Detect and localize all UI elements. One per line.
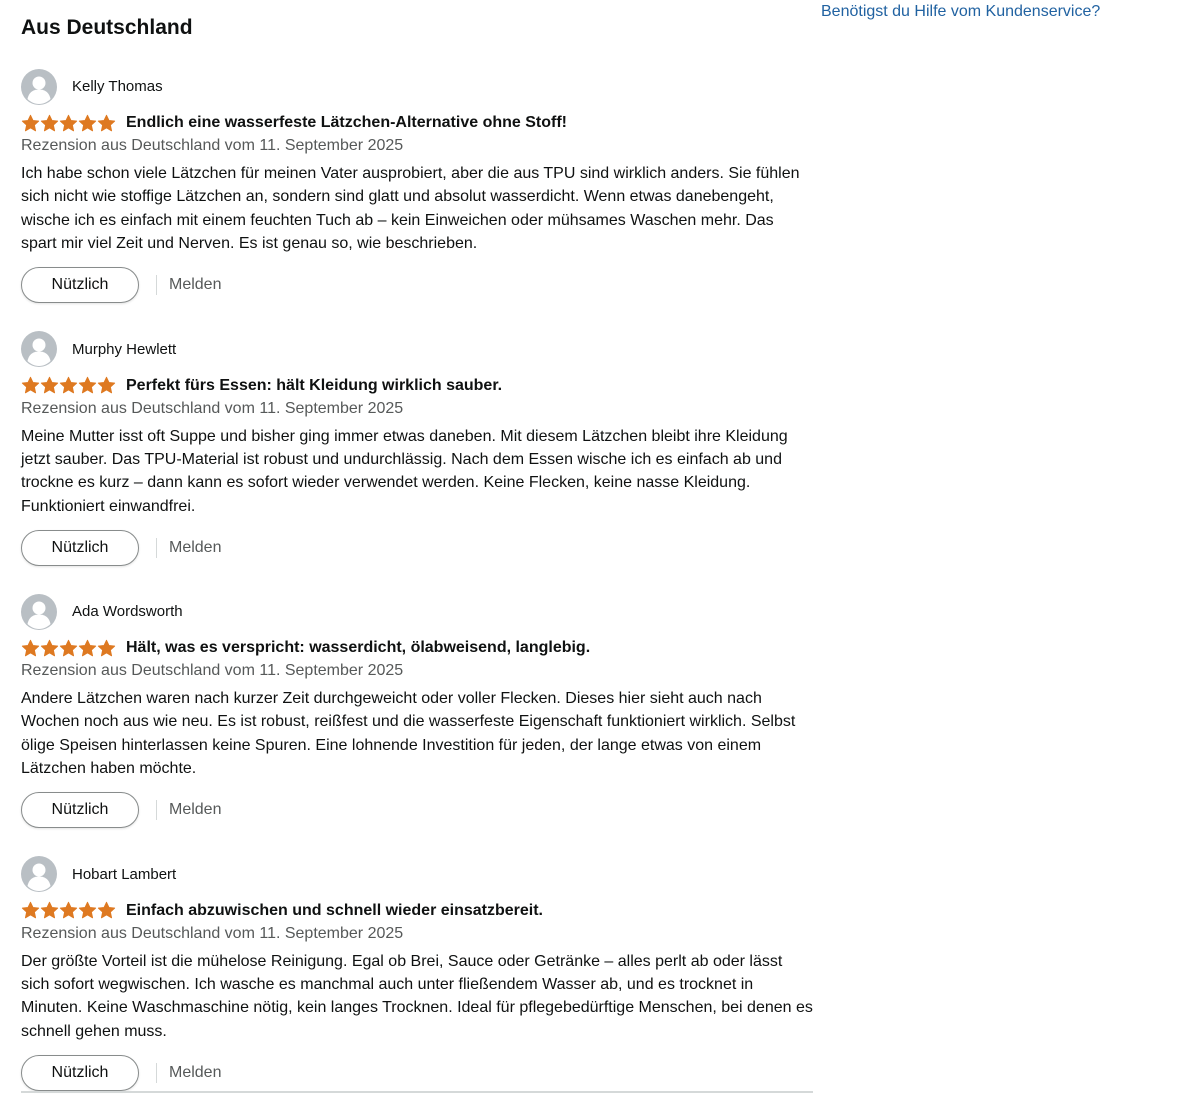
review-body: Andere Lätzchen waren nach kurzer Zeit d… <box>21 687 813 781</box>
star-icon <box>78 114 97 133</box>
review-title[interactable]: Perfekt fürs Essen: hält Kleidung wirkli… <box>126 377 502 395</box>
helpful-button[interactable]: Nützlich <box>21 530 139 566</box>
review-body: Ich habe schon viele Lätzchen für meinen… <box>21 162 813 256</box>
star-icon <box>40 376 59 395</box>
star-icon <box>40 639 59 658</box>
reviewer-name[interactable]: Kelly Thomas <box>72 78 163 95</box>
review-date: Rezension aus Deutschland vom 11. Septem… <box>21 660 813 682</box>
review-item: Hobart Lambert Einfach abzuwischen und s… <box>21 856 813 1118</box>
review-title[interactable]: Endlich eine wasserfeste Lätzchen-Altern… <box>126 114 567 132</box>
review-title-row: Perfekt fürs Essen: hält Kleidung wirkli… <box>21 374 813 398</box>
star-icon <box>78 376 97 395</box>
action-divider <box>156 275 157 295</box>
star-icon <box>21 639 40 658</box>
review-date: Rezension aus Deutschland vom 11. Septem… <box>21 135 813 157</box>
star-rating[interactable] <box>21 901 116 920</box>
review-item: Murphy Hewlett Perfekt fürs Essen: hält … <box>21 331 813 594</box>
avatar-icon <box>21 69 57 105</box>
reviewer-name[interactable]: Hobart Lambert <box>72 866 176 883</box>
star-icon <box>97 901 116 920</box>
report-link[interactable]: Melden <box>169 1064 221 1082</box>
action-divider <box>156 1063 157 1083</box>
star-rating[interactable] <box>21 114 116 133</box>
bottom-divider <box>21 1091 813 1093</box>
star-icon <box>59 639 78 658</box>
star-icon <box>21 901 40 920</box>
reviewer-profile[interactable]: Hobart Lambert <box>21 856 813 893</box>
star-icon <box>78 901 97 920</box>
report-link[interactable]: Melden <box>169 801 221 819</box>
review-actions: Nützlich Melden <box>21 267 221 303</box>
customer-service-link[interactable]: Benötigst du Hilfe vom Kundenservice? <box>821 3 1100 21</box>
report-link[interactable]: Melden <box>169 539 221 557</box>
review-actions: Nützlich Melden <box>21 1055 221 1091</box>
helpful-button[interactable]: Nützlich <box>21 1055 139 1091</box>
helpful-button[interactable]: Nützlich <box>21 792 139 828</box>
avatar-icon <box>21 856 57 892</box>
star-rating[interactable] <box>21 376 116 395</box>
star-icon <box>59 901 78 920</box>
review-list: Kelly Thomas Endlich eine wasserfeste Lä… <box>21 68 813 1118</box>
star-rating[interactable] <box>21 639 116 658</box>
star-icon <box>97 376 116 395</box>
review-title[interactable]: Hält, was es verspricht: wasserdicht, öl… <box>126 639 590 657</box>
star-icon <box>59 376 78 395</box>
review-body: Meine Mutter isst oft Suppe und bisher g… <box>21 425 813 519</box>
star-icon <box>40 901 59 920</box>
reviewer-profile[interactable]: Murphy Hewlett <box>21 331 813 368</box>
review-title-row: Endlich eine wasserfeste Lätzchen-Altern… <box>21 111 813 135</box>
action-divider <box>156 800 157 820</box>
review-date: Rezension aus Deutschland vom 11. Septem… <box>21 923 813 945</box>
review-body: Der größte Vorteil ist die mühelose Rein… <box>21 950 813 1044</box>
review-actions: Nützlich Melden <box>21 792 221 828</box>
reviewer-name[interactable]: Ada Wordsworth <box>72 603 183 620</box>
reviewer-profile[interactable]: Ada Wordsworth <box>21 593 813 630</box>
avatar-icon <box>21 331 57 367</box>
report-link[interactable]: Melden <box>169 276 221 294</box>
star-icon <box>40 114 59 133</box>
star-icon <box>59 114 78 133</box>
section-title: Aus Deutschland <box>21 16 193 40</box>
review-title-row: Einfach abzuwischen und schnell wieder e… <box>21 899 813 923</box>
reviewer-profile[interactable]: Kelly Thomas <box>21 68 813 105</box>
star-icon <box>21 114 40 133</box>
action-divider <box>156 538 157 558</box>
review-title-row: Hält, was es verspricht: wasserdicht, öl… <box>21 636 813 660</box>
star-icon <box>21 376 40 395</box>
star-icon <box>97 639 116 658</box>
review-title[interactable]: Einfach abzuwischen und schnell wieder e… <box>126 902 543 920</box>
star-icon <box>78 639 97 658</box>
review-actions: Nützlich Melden <box>21 530 221 566</box>
avatar-icon <box>21 594 57 630</box>
review-date: Rezension aus Deutschland vom 11. Septem… <box>21 398 813 420</box>
helpful-button[interactable]: Nützlich <box>21 267 139 303</box>
review-item: Ada Wordsworth Hält, was es verspricht: … <box>21 593 813 856</box>
review-item: Kelly Thomas Endlich eine wasserfeste Lä… <box>21 68 813 331</box>
star-icon <box>97 114 116 133</box>
reviewer-name[interactable]: Murphy Hewlett <box>72 341 176 358</box>
